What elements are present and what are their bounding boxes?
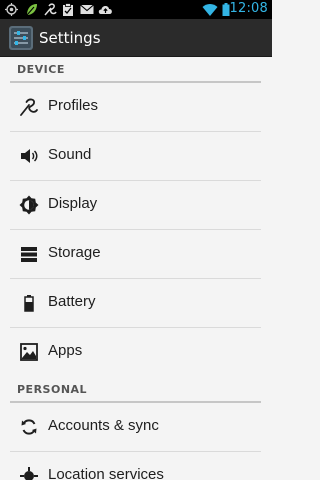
signal-indicator-icon (5, 3, 18, 16)
settings-list[interactable]: DEVICE Profiles Sound Display Storage Ba… (0, 57, 272, 480)
action-bar: Settings (0, 19, 272, 57)
wifi-icon (202, 4, 218, 16)
section-header-personal: PERSONAL (0, 377, 272, 403)
apps-icon (20, 343, 38, 361)
item-label: Accounts & sync (48, 417, 159, 434)
sync-icon (21, 419, 37, 435)
clock: 12:08 (229, 1, 268, 16)
settings-item-profiles[interactable]: Profiles (0, 83, 272, 132)
settings-item-battery[interactable]: Battery (0, 279, 272, 328)
settings-item-location-services[interactable]: Location services (0, 452, 272, 480)
section-label: PERSONAL (17, 383, 88, 396)
leaf-icon (26, 4, 37, 16)
battery-icon (24, 295, 34, 312)
settings-item-storage[interactable]: Storage (0, 230, 272, 279)
profile-mode-icon (44, 3, 57, 16)
email-icon (80, 4, 94, 14)
item-label: Battery (48, 293, 96, 310)
status-bar: 12:08 (0, 0, 272, 19)
settings-item-apps[interactable]: Apps (0, 328, 272, 377)
item-label: Apps (48, 342, 83, 359)
settings-item-display[interactable]: Display (0, 181, 272, 230)
item-label: Profiles (48, 97, 99, 114)
profiles-icon (20, 98, 38, 116)
location-icon (20, 467, 38, 480)
item-label: Storage (48, 244, 101, 261)
item-label: Display (48, 195, 98, 212)
storage-icon (21, 247, 37, 262)
settings-item-accounts-sync[interactable]: Accounts & sync (0, 403, 272, 452)
section-header-device: DEVICE (0, 57, 272, 83)
speaker-icon (21, 149, 38, 163)
cloud-upload-icon (98, 6, 112, 14)
settings-item-sound[interactable]: Sound (0, 132, 272, 181)
settings-app-icon[interactable] (8, 25, 34, 51)
item-label: Sound (48, 146, 92, 163)
clipboard-icon (63, 3, 73, 16)
item-label: Location services (48, 466, 164, 480)
page-title: Settings (39, 29, 101, 47)
brightness-icon (19, 195, 39, 215)
section-label: DEVICE (17, 63, 65, 76)
